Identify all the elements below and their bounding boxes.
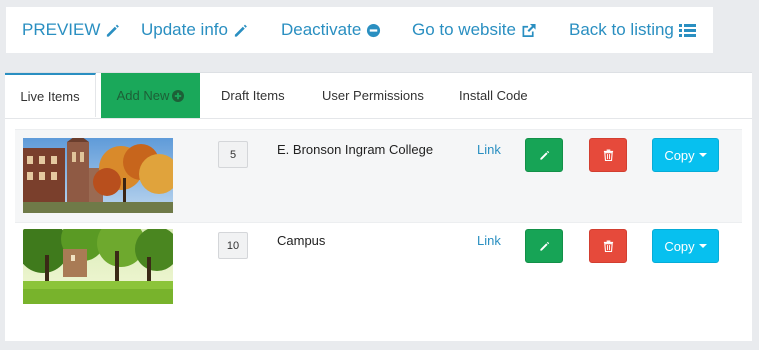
tab-install-code[interactable]: Install Code	[459, 73, 528, 118]
sort-order-field[interactable]: 5	[218, 141, 248, 168]
edit-button[interactable]	[525, 229, 563, 263]
top-action-bar: PREVIEW Update info Deactivate Go to web…	[6, 7, 713, 53]
deactivate-link[interactable]: Deactivate	[281, 20, 381, 40]
item-title: Campus	[277, 233, 326, 248]
item-thumbnail	[23, 229, 173, 304]
copy-dropdown-button[interactable]: Copy	[652, 138, 719, 172]
item-thumbnail	[23, 138, 173, 213]
item-link[interactable]: Link	[477, 233, 501, 248]
back-to-listing-label: Back to listing	[569, 20, 674, 39]
preview-label: PREVIEW	[22, 20, 101, 39]
trash-icon	[603, 149, 613, 161]
edit-button[interactable]	[525, 138, 563, 172]
deactivate-label: Deactivate	[281, 20, 362, 39]
go-to-website-label: Go to website	[412, 20, 516, 39]
caret-down-icon	[698, 153, 707, 157]
items-card: Live Items Add New Draft Items User Perm…	[5, 72, 752, 341]
delete-button[interactable]	[589, 138, 627, 172]
update-info-link[interactable]: Update info	[141, 20, 248, 40]
plus-circle-icon	[172, 89, 185, 102]
copy-label: Copy	[664, 238, 695, 254]
tab-draft-items-label: Draft Items	[221, 88, 285, 103]
college-photo	[23, 138, 173, 213]
pencil-icon	[539, 241, 549, 251]
pencil-icon	[107, 24, 120, 37]
tab-user-permissions[interactable]: User Permissions	[322, 73, 424, 118]
tab-add-new[interactable]: Add New	[101, 73, 200, 118]
item-row: 5 E. Bronson Ingram College Link Copy	[15, 129, 742, 223]
back-to-listing-link[interactable]: Back to listing	[569, 20, 696, 40]
tab-add-new-label: Add New	[116, 88, 170, 103]
sort-order-field[interactable]: 10	[218, 232, 248, 259]
caret-down-icon	[698, 244, 707, 248]
preview-link[interactable]: PREVIEW	[22, 20, 120, 40]
trash-icon	[603, 240, 613, 252]
copy-dropdown-button[interactable]: Copy	[652, 229, 719, 263]
external-link-icon	[522, 23, 536, 37]
item-link[interactable]: Link	[477, 142, 501, 157]
list-icon	[678, 23, 696, 37]
delete-button[interactable]	[589, 229, 627, 263]
campus-photo	[23, 229, 173, 304]
item-row: 10 Campus Link Copy	[15, 221, 742, 313]
pencil-icon	[234, 24, 247, 37]
tab-live-items[interactable]: Live Items	[5, 73, 96, 117]
update-info-label: Update info	[141, 20, 228, 39]
pencil-icon	[539, 150, 549, 160]
tab-live-items-label: Live Items	[20, 88, 80, 104]
tab-user-permissions-label: User Permissions	[322, 88, 424, 103]
sort-order-value: 10	[226, 239, 240, 252]
sort-order-value: 5	[229, 148, 237, 161]
go-to-website-link[interactable]: Go to website	[412, 20, 537, 40]
tab-bar: Live Items Add New Draft Items User Perm…	[5, 73, 752, 119]
tab-draft-items[interactable]: Draft Items	[221, 73, 285, 118]
tab-install-code-label: Install Code	[459, 88, 528, 103]
copy-label: Copy	[664, 147, 695, 163]
item-title: E. Bronson Ingram College	[277, 142, 434, 157]
minus-circle-icon	[367, 23, 381, 37]
